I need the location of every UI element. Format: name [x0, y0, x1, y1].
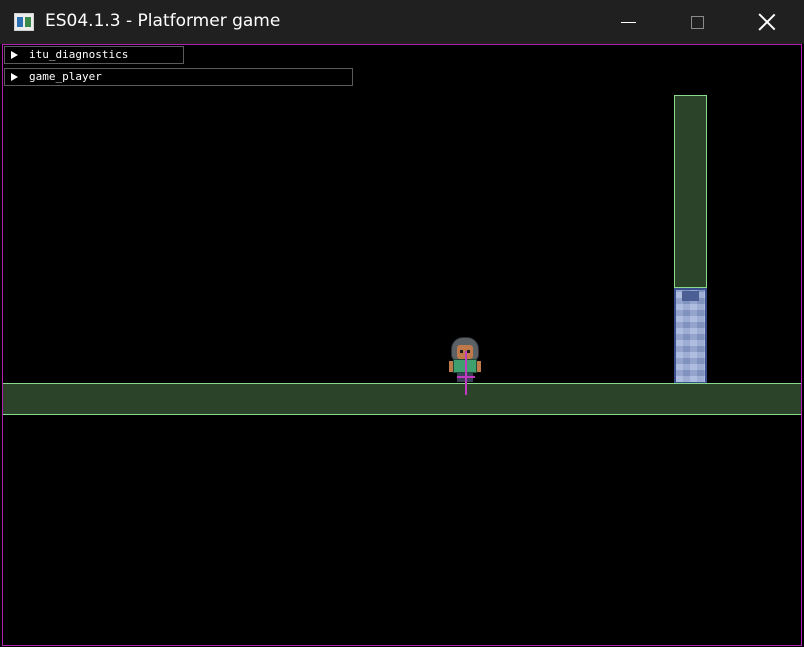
panel-title: itu_diagnostics: [29, 48, 129, 61]
title-bar[interactable]: ES04.1.3 - Platformer game: [0, 0, 804, 44]
game-viewport[interactable]: itu_diagnostics game_player: [2, 44, 802, 646]
pivot-marker-horizontal: [457, 376, 475, 378]
debug-panel-game-player[interactable]: game_player: [4, 68, 353, 86]
minimize-button[interactable]: [593, 0, 663, 44]
panel-title: game_player: [29, 70, 102, 83]
maximize-icon: [690, 15, 704, 29]
pillar-collider: [674, 95, 707, 288]
close-button[interactable]: [732, 0, 802, 44]
minimize-icon: [620, 21, 636, 23]
stone-block: [674, 288, 707, 384]
collapse-triangle-icon[interactable]: [11, 73, 18, 81]
ground-collider: [3, 383, 801, 415]
block-cap: [682, 291, 699, 301]
window-title: ES04.1.3 - Platformer game: [45, 11, 281, 31]
collapse-triangle-icon[interactable]: [11, 51, 18, 59]
maximize-button[interactable]: [662, 0, 732, 44]
pivot-marker-vertical: [465, 351, 467, 395]
debug-panel-itu-diagnostics[interactable]: itu_diagnostics: [4, 46, 184, 64]
game-window: ES04.1.3 - Platformer game itu_diagnosti…: [0, 0, 804, 647]
player-character: [447, 335, 483, 395]
app-window-icon: [14, 13, 34, 31]
close-icon: [758, 13, 776, 31]
